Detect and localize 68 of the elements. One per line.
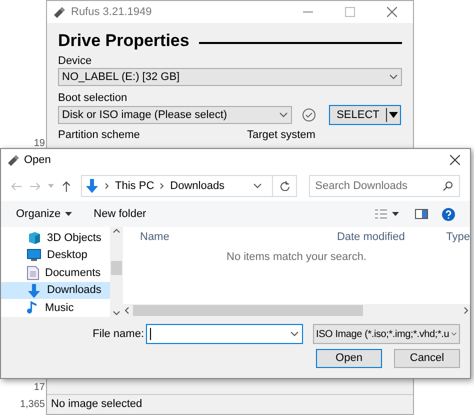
- scroll-left-icon[interactable]: [125, 307, 129, 314]
- usb-drive-icon: [53, 6, 65, 18]
- boot-dropdown[interactable]: Disk or ISO image (Please select): [58, 106, 292, 124]
- file-type-dropdown[interactable]: ISO Image (*.iso;*.img;*.vhd;*.u: [313, 324, 460, 344]
- chevron-right-icon: [105, 183, 110, 189]
- down-arrow-icon: [27, 284, 41, 298]
- cube-icon: [27, 230, 41, 245]
- chevron-down-icon: [253, 183, 262, 189]
- column-header[interactable]: Name: [140, 228, 337, 246]
- scroll-down-icon[interactable]: [113, 311, 120, 315]
- document-icon: [27, 266, 39, 280]
- nav-item[interactable]: Downloads: [1, 282, 110, 300]
- row-number: 19: [34, 137, 45, 151]
- field-label: Device: [58, 54, 93, 68]
- field-label: File name:: [92, 326, 146, 342]
- device-dropdown[interactable]: NO_LABEL (E:) [32 GB]: [58, 68, 402, 86]
- up-arrow-icon[interactable]: [62, 180, 72, 192]
- search-field[interactable]: Search Downloads: [309, 175, 460, 197]
- nav-item[interactable]: 3D Objects: [1, 229, 110, 247]
- field-label: Boot selection: [58, 91, 128, 105]
- dropdown-arrow-icon: [389, 112, 398, 118]
- window-title: Rufus 3.21.1949: [71, 4, 152, 20]
- chevron-down-icon: [389, 74, 398, 80]
- organize-button[interactable]: Organize: [16, 206, 72, 222]
- scroll-thumb[interactable]: [111, 261, 122, 275]
- breadcrumb-item[interactable]: Downloads: [170, 178, 225, 194]
- nav-item[interactable]: Desktop: [1, 246, 110, 264]
- field-label: Target system: [247, 128, 316, 142]
- scrollbar[interactable]: [110, 227, 123, 317]
- refresh-icon[interactable]: [280, 181, 290, 191]
- select-button[interactable]: SELECT: [329, 105, 401, 125]
- nav-item[interactable]: Music: [1, 299, 110, 317]
- help-icon[interactable]: [442, 208, 455, 220]
- column-header[interactable]: Type: [446, 228, 470, 246]
- dropdown-arrow-icon: [64, 212, 72, 216]
- empty-message: No items match your search.: [226, 250, 366, 265]
- row-number: 1,365: [20, 398, 45, 412]
- view-options-icon[interactable]: [375, 209, 399, 219]
- music-note-icon: [27, 301, 39, 316]
- chevron-down-icon: [279, 112, 288, 118]
- row-number: 17: [34, 381, 45, 395]
- new-folder-button[interactable]: New folder: [94, 206, 146, 222]
- monitor-icon: [27, 249, 41, 262]
- scroll-thumb[interactable]: [133, 305, 363, 316]
- cancel-button[interactable]: Cancel: [394, 349, 460, 368]
- section-heading: Drive Properties: [58, 30, 190, 52]
- file-name-field[interactable]: [146, 324, 303, 344]
- address-bar[interactable]: This PC Downloads: [81, 175, 298, 197]
- close-icon[interactable]: [450, 155, 460, 165]
- chevron-down-icon: [451, 331, 457, 337]
- chevron-down-icon: [290, 331, 299, 337]
- down-arrow-icon: [85, 179, 100, 193]
- open-button[interactable]: Open: [316, 349, 382, 368]
- preview-pane-icon[interactable]: [415, 209, 428, 219]
- nav-item[interactable]: Documents: [1, 264, 110, 282]
- column-header[interactable]: Date modified: [336, 228, 446, 246]
- field-label: Partition scheme: [58, 128, 141, 142]
- search-icon: [443, 181, 453, 191]
- scroll-up-icon[interactable]: [113, 229, 120, 233]
- usb-drive-icon: [7, 154, 19, 166]
- close-icon[interactable]: [387, 7, 397, 17]
- breadcrumb-item[interactable]: This PC: [115, 178, 154, 194]
- scroll-right-icon[interactable]: [464, 307, 468, 314]
- check-circle-icon[interactable]: [302, 108, 316, 122]
- chevron-right-icon: [160, 183, 164, 189]
- scrollbar[interactable]: [123, 304, 470, 317]
- status-text: No image selected: [51, 397, 142, 412]
- dialog-title: Open: [24, 152, 51, 168]
